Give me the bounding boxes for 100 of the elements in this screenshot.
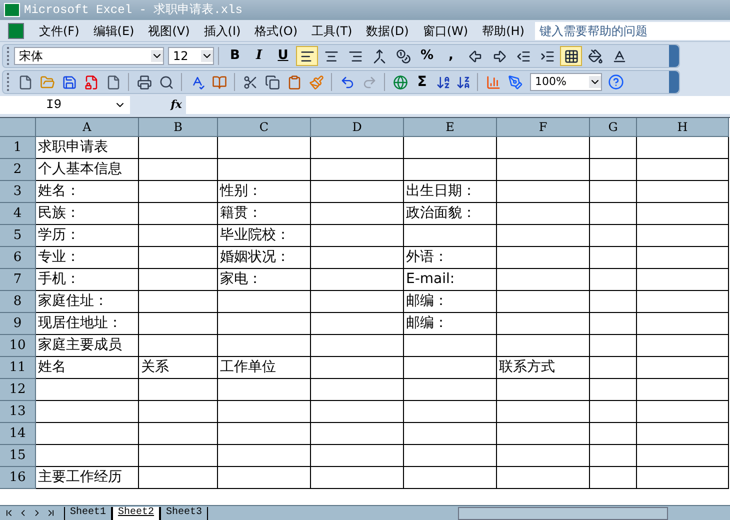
format-button[interactable] bbox=[560, 46, 582, 66]
last-sheet-icon[interactable] bbox=[46, 508, 56, 518]
menu-item[interactable]: 帮助(H) bbox=[475, 22, 532, 40]
row-header[interactable]: 9 bbox=[0, 313, 36, 335]
table-cell[interactable]: 求职申请表 bbox=[36, 137, 139, 159]
table-cell[interactable]: E-mail: bbox=[404, 269, 497, 291]
table-cell[interactable] bbox=[311, 247, 404, 269]
table-cell[interactable] bbox=[311, 291, 404, 313]
table-cell[interactable]: 主要工作经历 bbox=[36, 467, 139, 489]
sheet-tab[interactable]: Sheet3 bbox=[160, 506, 208, 520]
table-cell[interactable] bbox=[497, 445, 590, 467]
table-cell[interactable]: 联系方式 bbox=[497, 357, 590, 379]
first-sheet-icon[interactable] bbox=[4, 508, 14, 518]
table-cell[interactable] bbox=[590, 291, 637, 313]
menu-item[interactable]: 编辑(E) bbox=[86, 22, 142, 40]
row-header[interactable]: 5 bbox=[0, 225, 36, 247]
table-cell[interactable] bbox=[139, 423, 218, 445]
table-cell[interactable]: 姓名： bbox=[36, 181, 139, 203]
format-button[interactable]: U bbox=[272, 46, 294, 66]
table-cell[interactable] bbox=[311, 203, 404, 225]
table-cell[interactable] bbox=[590, 247, 637, 269]
table-cell[interactable] bbox=[311, 159, 404, 181]
table-cell[interactable] bbox=[637, 423, 729, 445]
toolbar-grip[interactable] bbox=[7, 47, 10, 65]
column-header[interactable]: C bbox=[218, 118, 311, 137]
row-header[interactable]: 7 bbox=[0, 269, 36, 291]
table-cell[interactable] bbox=[139, 159, 218, 181]
row-header[interactable]: 10 bbox=[0, 335, 36, 357]
row-header[interactable]: 8 bbox=[0, 291, 36, 313]
table-cell[interactable]: 学历： bbox=[36, 225, 139, 247]
table-cell[interactable] bbox=[637, 159, 729, 181]
table-cell[interactable]: 出生日期： bbox=[404, 181, 497, 203]
column-header[interactable]: G bbox=[590, 118, 637, 137]
table-cell[interactable] bbox=[139, 291, 218, 313]
table-cell[interactable] bbox=[404, 379, 497, 401]
table-cell[interactable] bbox=[590, 467, 637, 489]
column-header[interactable]: B bbox=[139, 118, 218, 137]
table-cell[interactable]: 姓名 bbox=[36, 357, 139, 379]
table-cell[interactable] bbox=[36, 401, 139, 423]
table-cell[interactable] bbox=[637, 137, 729, 159]
table-cell[interactable] bbox=[139, 313, 218, 335]
table-cell[interactable] bbox=[637, 379, 729, 401]
table-cell[interactable] bbox=[497, 335, 590, 357]
table-cell[interactable]: 家庭主要成员 bbox=[36, 335, 139, 357]
table-cell[interactable]: 家电： bbox=[218, 269, 311, 291]
table-cell[interactable] bbox=[637, 401, 729, 423]
toolbar-grip[interactable] bbox=[7, 73, 10, 91]
table-cell[interactable] bbox=[139, 401, 218, 423]
table-cell[interactable]: 关系 bbox=[139, 357, 218, 379]
row-header[interactable]: 16 bbox=[0, 467, 36, 489]
table-cell[interactable] bbox=[637, 181, 729, 203]
table-cell[interactable] bbox=[497, 137, 590, 159]
table-cell[interactable] bbox=[497, 467, 590, 489]
table-cell[interactable] bbox=[497, 401, 590, 423]
table-cell[interactable] bbox=[139, 225, 218, 247]
table-cell[interactable] bbox=[139, 467, 218, 489]
help-field[interactable]: 键入需要帮助的问题 bbox=[535, 22, 730, 40]
table-cell[interactable]: 政治面貌： bbox=[404, 203, 497, 225]
table-cell[interactable]: 现居住地址： bbox=[36, 313, 139, 335]
format-button[interactable]: B bbox=[224, 46, 246, 66]
table-cell[interactable] bbox=[404, 401, 497, 423]
row-header[interactable]: 14 bbox=[0, 423, 36, 445]
table-cell[interactable] bbox=[218, 159, 311, 181]
row-header[interactable]: 1 bbox=[0, 137, 36, 159]
table-cell[interactable] bbox=[637, 313, 729, 335]
table-cell[interactable] bbox=[590, 335, 637, 357]
table-cell[interactable] bbox=[590, 423, 637, 445]
row-header[interactable]: 13 bbox=[0, 401, 36, 423]
table-cell[interactable] bbox=[590, 379, 637, 401]
table-cell[interactable] bbox=[404, 159, 497, 181]
table-cell[interactable]: 性别： bbox=[218, 181, 311, 203]
table-cell[interactable]: 个人基本信息 bbox=[36, 159, 139, 181]
table-cell[interactable] bbox=[590, 357, 637, 379]
row-header[interactable]: 12 bbox=[0, 379, 36, 401]
table-cell[interactable] bbox=[497, 313, 590, 335]
table-cell[interactable] bbox=[139, 269, 218, 291]
table-cell[interactable] bbox=[590, 313, 637, 335]
table-cell[interactable] bbox=[218, 335, 311, 357]
table-cell[interactable] bbox=[637, 247, 729, 269]
table-cell[interactable] bbox=[404, 423, 497, 445]
table-cell[interactable] bbox=[36, 379, 139, 401]
toolbar-options-icon[interactable] bbox=[669, 71, 679, 93]
table-cell[interactable] bbox=[218, 445, 311, 467]
format-button[interactable]: I bbox=[248, 46, 270, 66]
format-button[interactable] bbox=[296, 46, 318, 66]
table-cell[interactable] bbox=[218, 291, 311, 313]
table-cell[interactable] bbox=[637, 357, 729, 379]
table-cell[interactable] bbox=[139, 335, 218, 357]
table-cell[interactable] bbox=[311, 401, 404, 423]
table-cell[interactable]: 家庭住址： bbox=[36, 291, 139, 313]
table-cell[interactable] bbox=[497, 247, 590, 269]
row-header[interactable]: 6 bbox=[0, 247, 36, 269]
table-cell[interactable] bbox=[311, 225, 404, 247]
toolbar-button[interactable] bbox=[606, 72, 626, 92]
row-header[interactable]: 4 bbox=[0, 203, 36, 225]
formula-field[interactable] bbox=[186, 96, 730, 114]
table-cell[interactable] bbox=[637, 445, 729, 467]
menu-item[interactable]: 插入(I) bbox=[196, 22, 248, 40]
row-header[interactable]: 11 bbox=[0, 357, 36, 379]
table-cell[interactable] bbox=[590, 445, 637, 467]
